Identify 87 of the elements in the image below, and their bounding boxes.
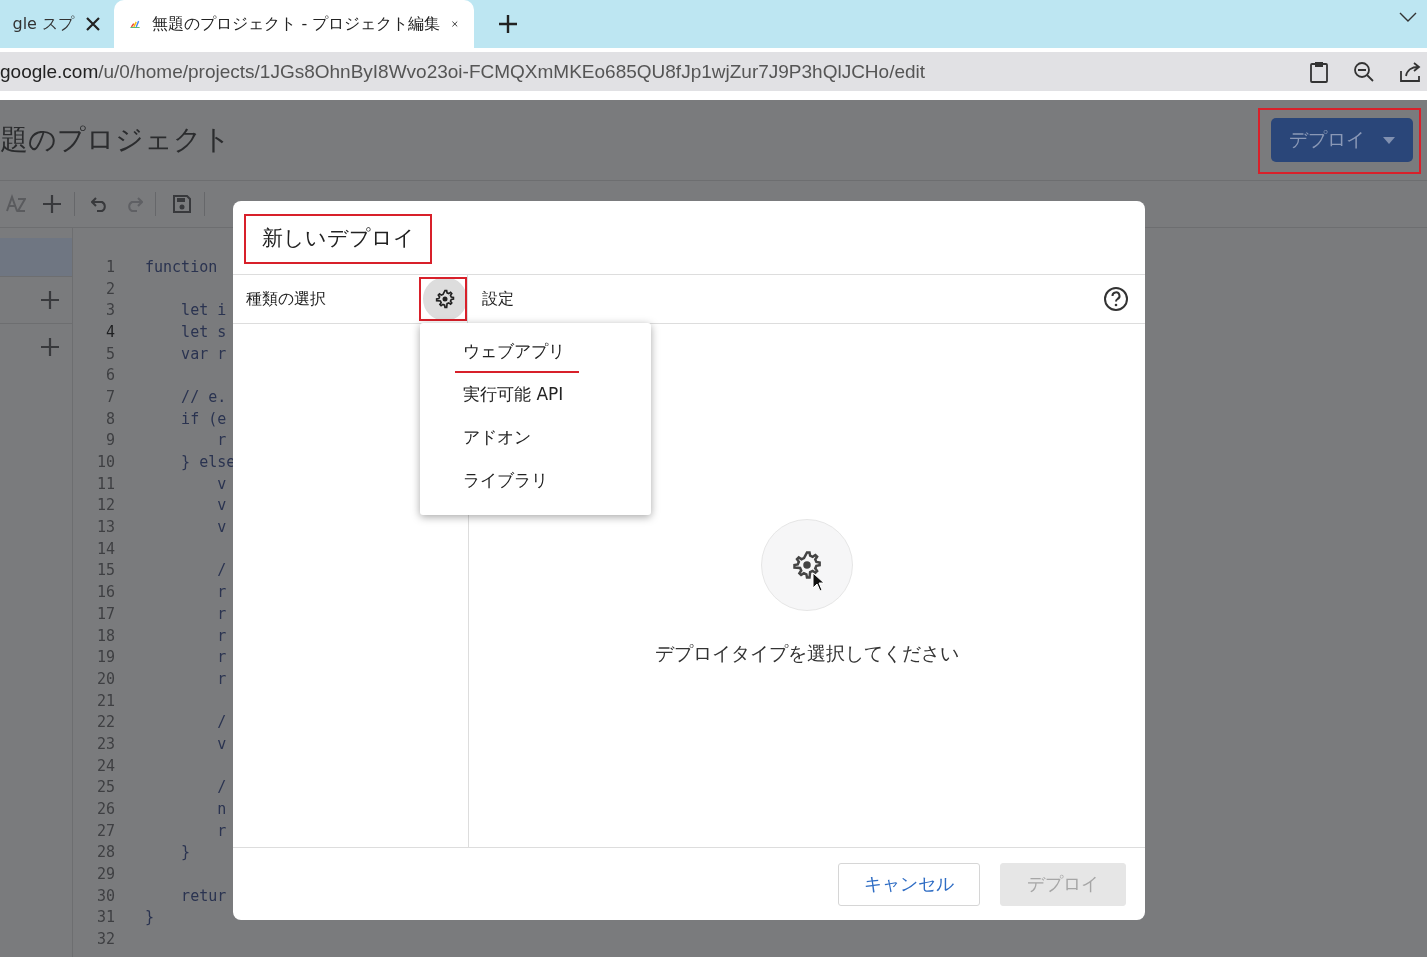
line-number: 22 — [95, 713, 115, 732]
code-text: r — [216, 648, 227, 667]
dialog-title: 新しいデプロイ — [262, 224, 415, 252]
line-number: 25 — [95, 778, 115, 797]
code-text: / — [216, 778, 227, 797]
menu-item[interactable]: ライブラリ — [455, 465, 556, 502]
code-text: if (e — [180, 409, 227, 428]
undo-icon[interactable] — [91, 196, 109, 212]
zoom-out-icon[interactable] — [1353, 60, 1375, 83]
code-text: r — [216, 583, 227, 602]
line-number: 13 — [95, 518, 115, 537]
menu-item[interactable]: 実行可能 API — [455, 379, 572, 416]
line-number: 18 — [95, 626, 115, 645]
line-number: 28 — [95, 843, 115, 862]
line-number: 14 — [95, 539, 115, 558]
plus-icon[interactable] — [42, 194, 62, 214]
browser-tab[interactable]: gle スプ — [0, 0, 114, 48]
code-text: v — [216, 474, 227, 493]
line-number: 19 — [95, 648, 115, 667]
clipboard-icon[interactable] — [1309, 60, 1329, 83]
code-text: / — [216, 713, 227, 732]
line-number: 10 — [95, 453, 115, 472]
code-text: r — [216, 669, 227, 688]
code-text: // e. — [180, 387, 227, 406]
new-tab-icon[interactable] — [498, 14, 518, 34]
code-text: n — [216, 800, 227, 819]
close-icon[interactable] — [86, 17, 100, 31]
type-label: 種類の選択 — [246, 288, 326, 310]
line-number: 27 — [95, 821, 115, 840]
code-text: function — [145, 257, 218, 276]
code-text: v — [216, 496, 227, 515]
line-number: 9 — [104, 431, 115, 450]
address-field[interactable]: google.com/u/0/home/projects/1JGs8OhnByI8Wvo23oi-FCMQXmMKEo685QU8fJp1wjZur7J9P3hQlJCHo/edit — [0, 52, 1289, 91]
line-number: 15 — [95, 561, 115, 580]
code-text: retur — [180, 886, 227, 905]
settings-label: 設定 — [482, 288, 514, 310]
settings-icon — [435, 289, 455, 309]
line-number: 30 — [95, 886, 115, 905]
plus-icon[interactable] — [40, 337, 60, 357]
line-number: 31 — [95, 908, 115, 927]
highlight-frame — [419, 277, 467, 321]
line-number: 8 — [104, 409, 115, 428]
line-number: 7 — [104, 387, 115, 406]
line-number: 21 — [95, 691, 115, 710]
code-text: v — [216, 518, 227, 537]
line-number: 2 — [104, 279, 115, 298]
code-text: r — [216, 821, 227, 840]
help-icon[interactable] — [1103, 286, 1129, 312]
line-number: 6 — [104, 366, 115, 385]
line-number: 24 — [95, 756, 115, 775]
line-number: 26 — [95, 800, 115, 819]
line-number: 16 — [95, 583, 115, 602]
caret-icon — [1383, 136, 1395, 144]
code-text: } — [145, 908, 155, 927]
line-number: 23 — [95, 734, 115, 753]
menu-item[interactable]: ウェブアプリ — [455, 336, 579, 373]
line-number: 17 — [95, 604, 115, 623]
share-icon[interactable] — [1399, 60, 1423, 83]
line-number: 12 — [95, 496, 115, 515]
line-number: 5 — [104, 344, 115, 363]
line-number: 32 — [95, 930, 115, 949]
project-title: 題のプロジェクト — [0, 122, 231, 158]
line-number: 4 — [104, 322, 115, 341]
code-text: let s — [180, 322, 227, 341]
cursor-icon — [812, 572, 826, 592]
plus-icon[interactable] — [40, 290, 60, 310]
line-number: 11 — [95, 474, 115, 493]
code-text: var r — [180, 344, 227, 363]
line-number: 20 — [95, 669, 115, 688]
code-text: } else — [180, 453, 236, 472]
code-text: r — [216, 431, 227, 450]
code-text: r — [216, 604, 227, 623]
code-text: v — [216, 734, 227, 753]
line-number: 29 — [95, 865, 115, 884]
settings-icon — [792, 550, 822, 580]
line-number: 1 — [104, 257, 115, 276]
dialog-button[interactable]: キャンセル — [838, 862, 980, 906]
browser-tab[interactable]: 無題のプロジェクト - プロジェクト編集 — [114, 0, 474, 48]
code-text: r — [216, 626, 227, 645]
empty-message: デプロイタイプを選択してください — [655, 641, 959, 666]
menu-item[interactable]: アドオン — [455, 422, 539, 459]
chevron-down-icon[interactable] — [1399, 12, 1417, 22]
code-text: let i — [180, 301, 227, 320]
code-text: / — [216, 561, 227, 580]
code-text: } — [180, 843, 191, 862]
save-icon[interactable] — [172, 194, 192, 214]
line-number: 3 — [104, 301, 115, 320]
